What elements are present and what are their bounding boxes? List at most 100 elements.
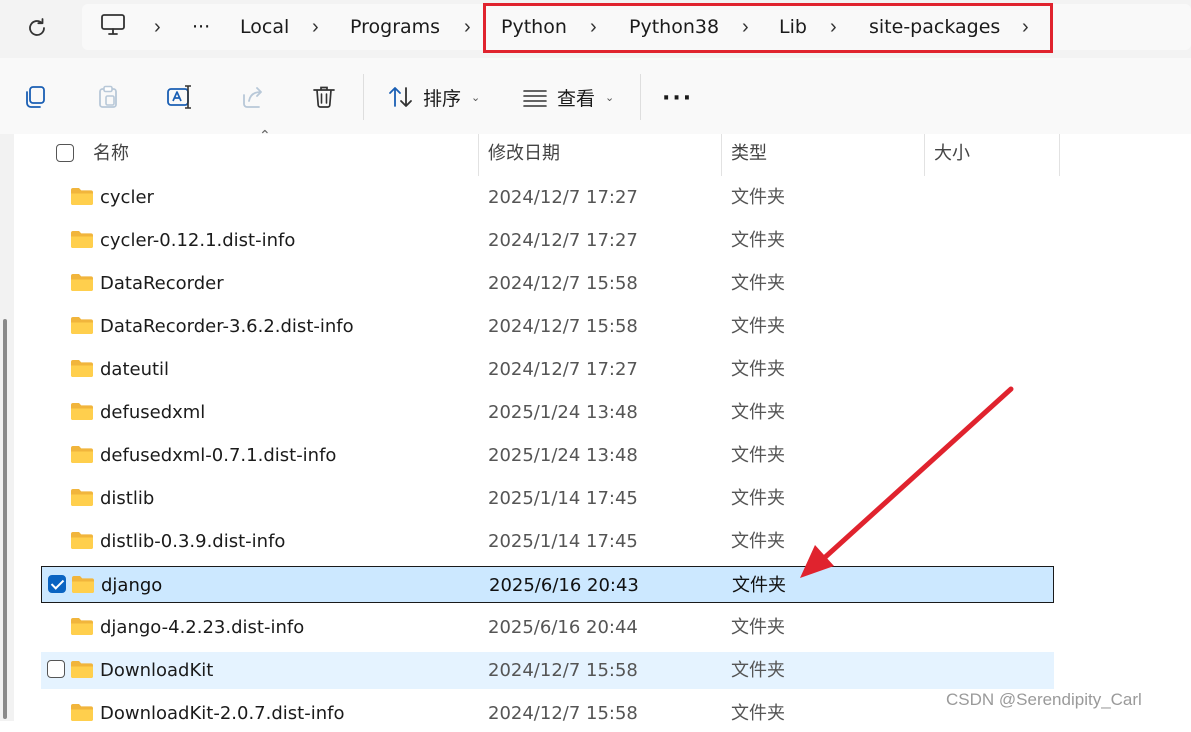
refresh-icon[interactable] xyxy=(22,13,52,43)
folder-icon xyxy=(70,230,94,249)
scrollbar-thumb[interactable] xyxy=(3,319,7,719)
more-options-button[interactable]: ··· xyxy=(662,86,693,111)
file-row[interactable]: django 2025/6/16 20:43 文件夹 xyxy=(41,566,1054,603)
column-header-type[interactable]: 类型 xyxy=(731,134,767,174)
file-name: DataRecorder xyxy=(100,273,224,294)
delete-icon[interactable] xyxy=(309,82,339,112)
breadcrumb-local[interactable]: Local xyxy=(240,8,289,46)
file-row[interactable]: distlib-0.3.9.dist-info 2025/1/14 17:45 文件… xyxy=(41,523,1054,560)
toolbar-divider xyxy=(640,74,641,120)
chevron-right-icon[interactable]: › xyxy=(1022,8,1029,46)
chevron-down-icon: ⌄ xyxy=(605,90,615,104)
breadcrumb-overflow[interactable]: ··· xyxy=(192,8,210,46)
file-type: 文件夹 xyxy=(732,575,786,596)
file-type: 文件夹 xyxy=(731,187,785,208)
file-modified-date: 2025/1/24 13:48 xyxy=(488,445,638,466)
breadcrumb-site-packages[interactable]: site-packages xyxy=(869,8,1000,46)
file-modified-date: 2024/12/7 17:27 xyxy=(488,187,638,208)
vertical-scrollbar[interactable] xyxy=(0,134,14,721)
file-name: DownloadKit-2.0.7.dist-info xyxy=(100,703,345,724)
file-modified-date: 2024/12/7 15:58 xyxy=(488,273,638,294)
column-header-name[interactable]: 名称 xyxy=(93,134,129,174)
file-modified-date: 2025/6/16 20:43 xyxy=(489,575,639,596)
file-modified-date: 2025/1/14 17:45 xyxy=(488,531,638,552)
folder-icon xyxy=(71,575,95,594)
file-type: 文件夹 xyxy=(731,488,785,509)
folder-icon xyxy=(70,273,94,292)
file-modified-date: 2024/12/7 17:27 xyxy=(488,359,638,380)
folder-icon xyxy=(70,445,94,464)
chevron-right-icon[interactable]: › xyxy=(154,8,161,46)
command-bar: 排序 ⌄ 查看 ⌄ ··· xyxy=(0,58,1191,135)
column-divider[interactable] xyxy=(924,134,925,176)
chevron-right-icon[interactable]: › xyxy=(312,8,319,46)
file-list: ⌃ 名称 修改日期 类型 大小 cycler 2024/12/7 17:27 文件夹… xyxy=(0,128,1191,724)
row-checkbox[interactable] xyxy=(47,660,65,678)
file-name: django xyxy=(101,575,163,596)
file-row[interactable]: dateutil 2024/12/7 17:27 文件夹 xyxy=(41,351,1054,388)
file-type: 文件夹 xyxy=(731,445,785,466)
file-row[interactable]: DataRecorder-3.6.2.dist-info 2024/12/7 15… xyxy=(41,308,1054,345)
file-row[interactable]: DataRecorder 2024/12/7 15:58 文件夹 xyxy=(41,265,1054,302)
file-row[interactable]: DownloadKit-2.0.7.dist-info 2024/12/7 15:… xyxy=(41,695,1054,732)
file-row[interactable]: cycler 2024/12/7 17:27 文件夹 xyxy=(41,179,1054,216)
breadcrumb-python[interactable]: Python xyxy=(501,8,567,46)
file-type: 文件夹 xyxy=(731,273,785,294)
breadcrumb-programs[interactable]: Programs xyxy=(350,8,440,46)
file-name: django-4.2.23.dist-info xyxy=(100,617,305,638)
file-row[interactable]: defusedxml-0.7.1.dist-info 2025/1/24 13:4… xyxy=(41,437,1054,474)
file-name: cycler xyxy=(100,187,154,208)
chevron-down-icon: ⌄ xyxy=(471,90,481,104)
file-name: defusedxml-0.7.1.dist-info xyxy=(100,445,337,466)
file-row[interactable]: distlib 2025/1/14 17:45 文件夹 xyxy=(41,480,1054,517)
file-type: 文件夹 xyxy=(731,230,785,251)
file-modified-date: 2024/12/7 15:58 xyxy=(488,703,638,724)
share-icon[interactable] xyxy=(238,82,268,112)
folder-icon xyxy=(70,316,94,335)
sort-button[interactable]: 排序 ⌄ xyxy=(387,80,480,114)
file-modified-date: 2024/12/7 17:27 xyxy=(488,230,638,251)
chevron-right-icon[interactable]: › xyxy=(590,8,597,46)
sort-ascending-icon: ⌃ xyxy=(259,128,271,144)
chevron-right-icon[interactable]: › xyxy=(742,8,749,46)
breadcrumb[interactable]: › ··· Local › Programs › Python › Python… xyxy=(82,4,1191,50)
select-all-checkbox[interactable] xyxy=(56,144,74,162)
file-name: distlib-0.3.9.dist-info xyxy=(100,531,286,552)
column-header-modified[interactable]: 修改日期 xyxy=(488,134,560,174)
view-label: 查看 xyxy=(557,87,596,110)
file-name: DownloadKit xyxy=(100,660,214,681)
file-row[interactable]: cycler-0.12.1.dist-info 2024/12/7 17:27 文件… xyxy=(41,222,1054,259)
file-name: dateutil xyxy=(100,359,170,380)
file-row[interactable]: django-4.2.23.dist-info 2025/6/16 20:44 文件… xyxy=(41,609,1054,646)
column-divider[interactable] xyxy=(1059,134,1060,176)
folder-icon xyxy=(70,660,94,679)
file-row[interactable]: defusedxml 2025/1/24 13:48 文件夹 xyxy=(41,394,1054,431)
file-row[interactable]: DownloadKit 2024/12/7 15:58 文件夹 xyxy=(41,652,1054,689)
column-header-size[interactable]: 大小 xyxy=(934,134,970,174)
monitor-icon[interactable] xyxy=(100,12,126,50)
folder-icon xyxy=(70,703,94,722)
breadcrumb-lib[interactable]: Lib xyxy=(779,8,807,46)
breadcrumb-python38[interactable]: Python38 xyxy=(629,8,719,46)
file-type: 文件夹 xyxy=(731,359,785,380)
paste-icon[interactable] xyxy=(93,82,123,112)
chevron-right-icon[interactable]: › xyxy=(464,8,471,46)
file-name: distlib xyxy=(100,488,155,509)
row-checkbox[interactable] xyxy=(48,575,66,593)
rename-icon[interactable] xyxy=(165,82,195,112)
chevron-right-icon[interactable]: › xyxy=(830,8,837,46)
sort-label: 排序 xyxy=(423,87,462,110)
column-divider[interactable] xyxy=(478,134,479,176)
file-type: 文件夹 xyxy=(731,316,785,337)
file-type: 文件夹 xyxy=(731,703,785,724)
view-button[interactable]: 查看 ⌄ xyxy=(521,80,614,114)
file-name: defusedxml xyxy=(100,402,206,423)
folder-icon xyxy=(70,359,94,378)
column-divider[interactable] xyxy=(721,134,722,176)
file-modified-date: 2024/12/7 15:58 xyxy=(488,316,638,337)
copy-icon[interactable] xyxy=(20,82,50,112)
file-type: 文件夹 xyxy=(731,402,785,423)
file-name: DataRecorder-3.6.2.dist-info xyxy=(100,316,354,337)
address-bar-area: › ··· Local › Programs › Python › Python… xyxy=(0,0,1191,58)
file-name: cycler-0.12.1.dist-info xyxy=(100,230,296,251)
